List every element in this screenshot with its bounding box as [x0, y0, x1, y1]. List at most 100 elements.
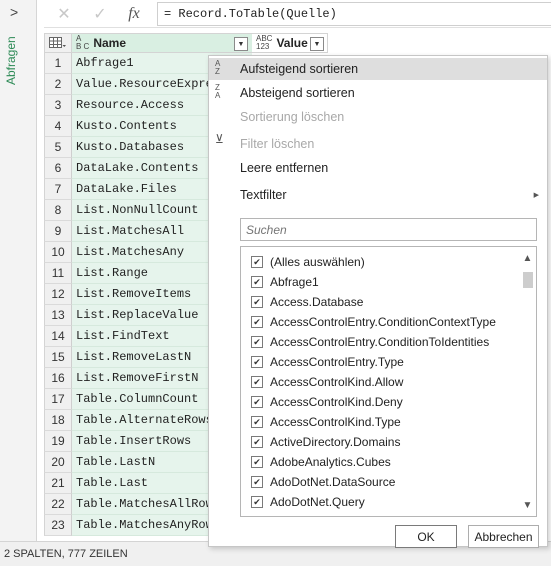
value-list-item[interactable]: ✔ AccessControlEntry.ConditionContextType	[251, 312, 496, 332]
checkbox[interactable]: ✔	[251, 256, 263, 268]
value-list-item[interactable]: ✔ AnalysisServices.Databases	[251, 512, 421, 517]
value-list-item[interactable]: ✔ AccessControlEntry.Type	[251, 352, 404, 372]
clear-sort-label: Sortierung löschen	[240, 110, 345, 124]
row-number[interactable]: 3	[44, 95, 72, 116]
scroll-up-icon[interactable]: ▲	[521, 251, 534, 265]
row-number[interactable]: 15	[44, 347, 72, 368]
commit-formula-icon[interactable]: ✓	[86, 3, 114, 25]
scroll-thumb[interactable]	[523, 272, 533, 288]
value-list-item-label: AccessControlEntry.ConditionToIdentities	[270, 335, 490, 349]
scroll-down-icon[interactable]: ▼	[521, 498, 534, 512]
column-header-name[interactable]: A B C Name ▼	[72, 33, 272, 53]
vertical-scrollbar[interactable]: ▲ ▼	[519, 247, 536, 516]
row-number[interactable]: 7	[44, 179, 72, 200]
cancel-formula-icon[interactable]: ✕	[50, 3, 78, 25]
text-filter-item[interactable]: Textfilter ▶	[209, 184, 547, 206]
row-number[interactable]: 16	[44, 368, 72, 389]
row-number[interactable]: 11	[44, 263, 72, 284]
row-number[interactable]: 4	[44, 116, 72, 137]
clear-sort-item[interactable]: Sortierung löschen	[209, 106, 547, 128]
text-type-icon[interactable]: A B C	[76, 35, 89, 51]
column-filter-dropdown-button[interactable]: ▼	[310, 37, 324, 51]
checkbox[interactable]: ✔	[251, 396, 263, 408]
checkbox[interactable]: ✔	[251, 336, 263, 348]
row-number[interactable]: 14	[44, 326, 72, 347]
row-number[interactable]: 19	[44, 431, 72, 452]
checkbox[interactable]: ✔	[251, 296, 263, 308]
column-filter-dropdown-button[interactable]: ▼	[234, 37, 248, 51]
queries-pane: > Abfragen	[0, 0, 37, 541]
checkbox[interactable]: ✔	[251, 316, 263, 328]
row-number[interactable]: 23	[44, 515, 72, 536]
any-type-icon[interactable]: ABC 123	[256, 35, 272, 51]
value-list-item-label: AccessControlKind.Type	[270, 415, 401, 429]
value-list-item[interactable]: ✔ AdoDotNet.DataSource	[251, 472, 395, 492]
sort-ascending-label: Aufsteigend sortieren	[240, 62, 359, 76]
column-header-value[interactable]: ABC 123 Value ▼	[252, 33, 328, 53]
checkbox[interactable]: ✔	[251, 416, 263, 428]
sort-descending-item[interactable]: ZA Absteigend sortieren	[209, 82, 547, 104]
column-name-label: Name	[93, 36, 127, 50]
value-list-item-label: AccessControlKind.Deny	[270, 395, 403, 409]
value-list-item[interactable]: ✔ AdobeAnalytics.Cubes	[251, 452, 391, 472]
value-list-item-label: AnalysisServices.Databases	[270, 515, 421, 516]
column-value-label: Value	[276, 36, 308, 50]
row-number[interactable]: 18	[44, 410, 72, 431]
cancel-button[interactable]: Abbrechen	[468, 525, 539, 548]
value-list-item-label: AdoDotNet.Query	[270, 495, 365, 509]
ok-button[interactable]: OK	[395, 525, 457, 548]
value-list-item-label: ActiveDirectory.Domains	[270, 435, 401, 449]
sort-descending-label: Absteigend sortieren	[240, 86, 355, 100]
checkbox[interactable]: ✔	[251, 276, 263, 288]
value-list-item[interactable]: ✔ ActiveDirectory.Domains	[251, 432, 400, 452]
row-number[interactable]: 5	[44, 137, 72, 158]
row-number[interactable]: 10	[44, 242, 72, 263]
value-list-item[interactable]: ✔ Access.Database	[251, 292, 363, 312]
queries-pane-label[interactable]: Abfragen	[4, 36, 18, 96]
checkbox[interactable]: ✔	[251, 476, 263, 488]
value-list-item-label: Access.Database	[270, 295, 364, 309]
sort-ascending-item[interactable]: AZ Aufsteigend sortieren	[209, 58, 547, 80]
checkbox[interactable]: ✔	[251, 356, 263, 368]
row-number[interactable]: 1	[44, 53, 72, 74]
expand-queries-button[interactable]: >	[10, 4, 18, 20]
value-list-item[interactable]: ✔ AccessControlEntry.ConditionToIdentitie…	[251, 332, 489, 352]
checkbox[interactable]: ✔	[251, 496, 263, 508]
checkbox[interactable]: ✔	[251, 456, 263, 468]
insert-function-button[interactable]: fx	[120, 3, 148, 25]
value-list-item[interactable]: ✔ Abfrage1	[251, 272, 319, 292]
row-number[interactable]: 12	[44, 284, 72, 305]
table-menu-button[interactable]	[44, 33, 72, 53]
row-number[interactable]: 8	[44, 200, 72, 221]
clear-filter-icon: ⊻	[215, 132, 224, 146]
row-number[interactable]: 6	[44, 158, 72, 179]
checkbox[interactable]: ✔	[251, 516, 263, 517]
checkbox[interactable]: ✔	[251, 376, 263, 388]
value-list-item[interactable]: ✔ AdoDotNet.Query	[251, 492, 365, 512]
row-number[interactable]: 2	[44, 74, 72, 95]
text-filter-label: Textfilter	[240, 188, 287, 202]
value-list-item-label: AdobeAnalytics.Cubes	[270, 455, 391, 469]
search-input[interactable]	[240, 218, 537, 241]
value-list-item-label: AccessControlEntry.Type	[270, 355, 404, 369]
value-list-item-label: AccessControlKind.Allow	[270, 375, 404, 389]
row-number[interactable]: 9	[44, 221, 72, 242]
row-number[interactable]: 22	[44, 494, 72, 515]
row-number[interactable]: 13	[44, 305, 72, 326]
formula-bar: ✕ ✓ fx = Record.ToTable(Quelle)	[44, 0, 551, 28]
row-number[interactable]: 20	[44, 452, 72, 473]
value-list-item[interactable]: ✔ AccessControlKind.Type	[251, 412, 401, 432]
checkbox[interactable]: ✔	[251, 436, 263, 448]
row-number[interactable]: 21	[44, 473, 72, 494]
column-filter-menu: AZ Aufsteigend sortieren ZA Absteigend s…	[208, 55, 548, 548]
table-icon	[49, 37, 66, 48]
row-number[interactable]: 17	[44, 389, 72, 410]
value-list-item[interactable]: ✔ AccessControlKind.Allow	[251, 372, 403, 392]
clear-filter-item[interactable]: ⊻ Filter löschen	[209, 133, 547, 155]
value-list-item[interactable]: ✔ AccessControlKind.Deny	[251, 392, 403, 412]
formula-input[interactable]: = Record.ToTable(Quelle)	[157, 2, 551, 26]
remove-empty-item[interactable]: Leere entfernen	[209, 157, 547, 179]
value-list-item[interactable]: ✔ (Alles auswählen)	[251, 252, 365, 272]
type-icon-bottom: B C	[76, 42, 90, 51]
type-icon-bottom: 123	[256, 42, 270, 51]
